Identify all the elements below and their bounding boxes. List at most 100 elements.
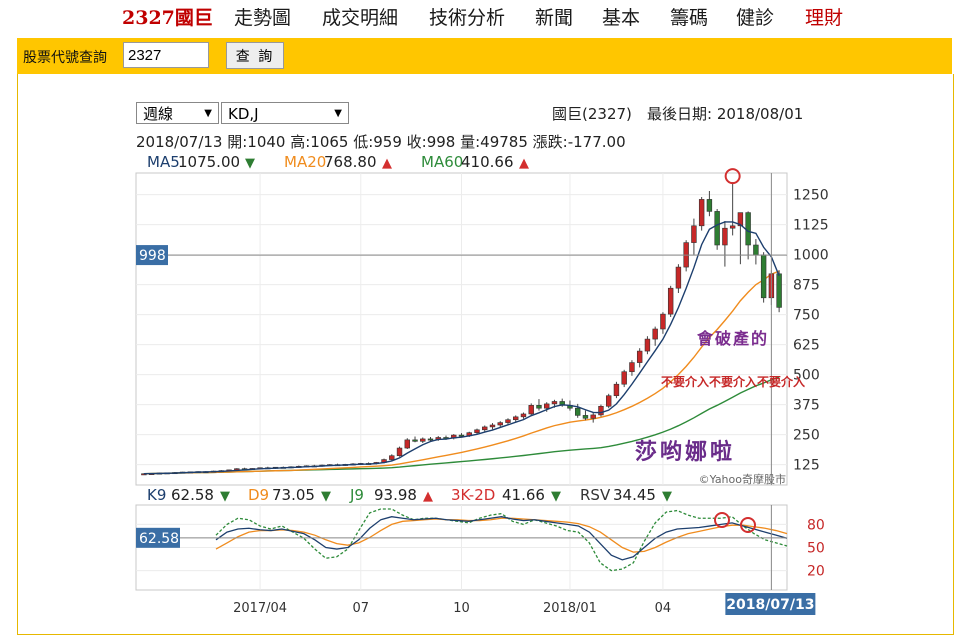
kd-legend-value: 62.58 <box>171 486 214 504</box>
candle-body <box>745 212 751 246</box>
candle <box>605 393 612 409</box>
candle-body <box>528 405 534 415</box>
price-tick-label: 125 <box>793 458 820 474</box>
candle-body <box>427 438 434 441</box>
ma-legend-label: MA60 <box>421 153 463 171</box>
candle-body <box>753 244 759 256</box>
candle-body <box>520 413 527 418</box>
annotation-dont-intervene: 不要介入不要介入不要介入 <box>661 374 805 389</box>
ma-legend-label: MA20 <box>284 153 326 171</box>
yahoo-watermark: ©Yahoo奇摩股市 <box>699 472 786 486</box>
price-tick-label: 250 <box>793 428 820 444</box>
candle-body <box>722 227 728 246</box>
candle-body <box>544 403 550 409</box>
candle-body <box>652 328 658 340</box>
candle-body <box>667 287 674 315</box>
candle <box>404 438 410 449</box>
kd-legend-label: RSV <box>580 486 611 504</box>
kd-legend-label: 3K-2D <box>451 486 495 504</box>
candle-body <box>404 439 410 449</box>
price-chart-svg: 125250375500625750875100011251250998MA5 … <box>135 153 829 616</box>
current-date-label: 2018/07/13 <box>726 597 814 613</box>
candle <box>528 403 534 416</box>
candle <box>667 285 674 317</box>
kd-legend-arrow: ▼ <box>321 489 331 504</box>
candle-body <box>505 419 511 423</box>
candle-body <box>458 434 465 437</box>
ma-legend-value: 768.80 <box>324 153 377 171</box>
candle-body <box>482 426 488 431</box>
candle-body <box>698 199 705 227</box>
candle-body <box>396 447 403 457</box>
candle-body <box>474 429 480 433</box>
candle-body <box>675 266 682 289</box>
candle-body <box>613 383 620 397</box>
candle-body <box>760 254 767 299</box>
annotation-signature: 莎哟娜啦 <box>635 439 735 465</box>
candle-body <box>776 273 782 308</box>
candle <box>698 197 705 231</box>
candle <box>714 209 720 250</box>
ma-legend-value: 1075.00 <box>178 153 240 171</box>
candle <box>613 381 620 399</box>
price-tick-label: 375 <box>793 398 820 414</box>
candle-body <box>536 405 542 409</box>
candle <box>396 446 403 457</box>
candle-body <box>412 439 418 442</box>
candle <box>683 240 689 272</box>
candle-body <box>729 225 736 229</box>
price-tick-label: 625 <box>793 338 820 354</box>
candle-body <box>598 405 604 416</box>
price-tick-label: 875 <box>793 278 820 294</box>
candle-body <box>513 416 519 421</box>
candle-body <box>575 407 581 416</box>
kd-tick-label: 20 <box>807 564 825 580</box>
annotation-bankrupt: 會破產的 <box>696 329 769 348</box>
candle-body <box>582 415 589 419</box>
candle-body <box>714 211 720 246</box>
candle <box>760 252 767 303</box>
price-tick-label: 1000 <box>793 248 829 264</box>
candle-body <box>497 422 503 426</box>
ma-legend-arrow: ▲ <box>519 156 529 171</box>
current-kd-label: 62.58 <box>139 531 179 547</box>
candle <box>598 404 604 417</box>
candle-body <box>660 313 666 330</box>
x-tick-label: 07 <box>353 601 370 616</box>
kd-legend-arrow: ▼ <box>220 489 230 504</box>
candle-body <box>644 338 651 352</box>
candle-body <box>551 401 558 405</box>
kd-legend-arrow: ▲ <box>423 489 433 504</box>
x-tick-label: 04 <box>655 601 672 616</box>
candle-body <box>389 455 395 460</box>
candle <box>621 369 627 388</box>
ma-legend-value: 410.66 <box>461 153 514 171</box>
candle-body <box>706 199 713 212</box>
candle-body <box>420 438 426 442</box>
ma-legend-label: MA5 <box>147 153 180 171</box>
x-tick-label: 2017/04 <box>233 601 287 616</box>
current-price-label: 998 <box>139 248 166 264</box>
kd-tick-label: 80 <box>807 517 825 533</box>
price-tick-label: 1125 <box>793 218 829 234</box>
candle-body <box>636 350 643 363</box>
candle-body <box>590 414 596 419</box>
candle-body <box>605 395 612 407</box>
kd-legend-label: K9 <box>147 486 166 504</box>
ma-legend-arrow: ▼ <box>245 156 255 171</box>
candle-body <box>691 225 697 243</box>
ma-legend-arrow: ▲ <box>382 156 392 171</box>
kd-legend-value: 73.05 <box>272 486 315 504</box>
kd-tick-label: 50 <box>807 541 825 557</box>
kd-legend-value: 93.98 <box>374 486 417 504</box>
x-tick-label: 10 <box>453 601 470 616</box>
kd-legend-label: J9 <box>349 486 364 504</box>
price-tick-label: 750 <box>793 308 820 324</box>
candle-body <box>629 362 635 373</box>
kd-legend-arrow: ▼ <box>551 489 561 504</box>
price-tick-label: 1250 <box>793 188 829 204</box>
candle-body <box>621 371 627 385</box>
candle <box>776 270 782 313</box>
x-tick-label: 2018/01 <box>543 601 597 616</box>
kd-legend-arrow: ▼ <box>662 489 672 504</box>
